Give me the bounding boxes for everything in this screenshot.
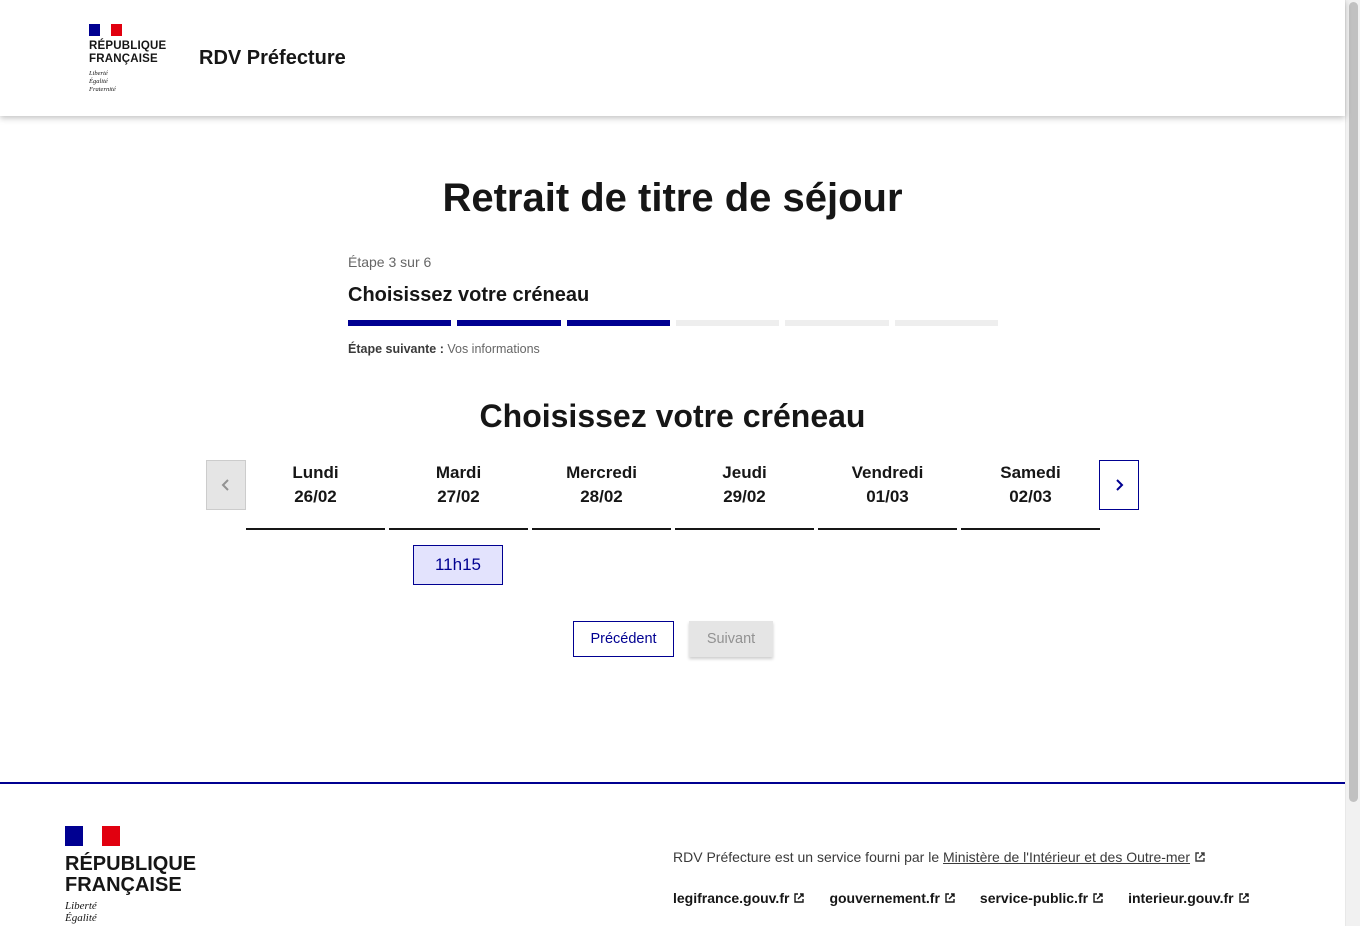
day-name: Mercredi <box>566 463 637 482</box>
day-column: Lundi 26/02 <box>246 460 385 530</box>
footer-description-text: RDV Préfecture est un service fourni par… <box>673 849 944 865</box>
external-link-icon <box>945 893 955 903</box>
motto-fraternite: Fraternité <box>89 86 116 93</box>
step-next-label: Étape suivante : <box>348 342 444 356</box>
step-bar-segment <box>566 320 670 326</box>
footer-logo-motto: Liberté Égalité <box>65 900 196 924</box>
external-link-icon <box>794 893 805 903</box>
page-scrollbar[interactable] <box>1345 0 1360 926</box>
french-flag-icon <box>65 826 120 846</box>
step-next-value: Vos informations <box>447 342 540 356</box>
footer-logo-text: RÉPUBLIQUE FRANÇAISE <box>65 854 196 896</box>
footer-motto-liberte: Liberté <box>65 900 97 912</box>
step-progress-bar <box>348 320 998 326</box>
logo-motto: Liberté Égalité Fraternité <box>89 70 189 94</box>
site-footer: RÉPUBLIQUE FRANÇAISE Liberté Égalité RDV… <box>0 782 1345 926</box>
footer-links: legifrance.gouv.fr gouvernement.fr service… <box>673 890 1250 906</box>
footer-link[interactable]: legifrance.gouv.fr <box>673 890 805 906</box>
footer-motto-egalite: Égalité <box>65 912 97 924</box>
chevron-left-icon <box>221 479 229 491</box>
footer-link[interactable]: interieur.gouv.fr <box>1128 890 1250 906</box>
ministere-link-label: Ministère de l'Intérieur et des Outre-me… <box>943 849 1191 865</box>
day-date: 29/02 <box>723 487 766 506</box>
day-name: Mardi <box>435 463 482 482</box>
logo-line-1: RÉPUBLIQUE <box>89 40 167 52</box>
footer-link-label: legifrance.gouv.fr <box>673 890 790 906</box>
footer-link[interactable]: gouvernement.fr <box>829 890 955 906</box>
site-header: RÉPUBLIQUE FRANÇAISE Liberté Égalité Fra… <box>0 0 1345 116</box>
day-columns: Lundi 26/02 Mardi 27/02 Mercredi 28/02 Jeudi 29… <box>246 460 1100 530</box>
step-bar-segment <box>894 320 998 326</box>
previous-button[interactable]: Précédent <box>573 621 674 657</box>
external-link-icon <box>1093 893 1103 903</box>
day-column: Mercredi 28/02 <box>532 460 671 530</box>
footer-logo-line-2: FRANÇAISE <box>65 874 182 896</box>
footer-logo-line-1: RÉPUBLIQUE <box>65 853 197 875</box>
day-date: 01/03 <box>866 487 909 506</box>
motto-liberte: Liberté <box>89 70 108 77</box>
step-bar-segment <box>348 320 452 326</box>
external-link-icon <box>1195 852 1205 862</box>
french-flag-icon <box>89 24 122 36</box>
day-column: Jeudi 29/02 <box>675 460 814 530</box>
ministere-link[interactable]: Ministère de l'Intérieur et des Outre-me… <box>943 849 1206 865</box>
previous-days-button[interactable] <box>206 460 246 510</box>
motto-egalite: Égalité <box>89 78 108 85</box>
day-name: Jeudi <box>722 463 767 482</box>
next-button[interactable]: Suivant <box>689 621 773 657</box>
day-date: 26/02 <box>294 487 337 506</box>
step-state: Étape 3 sur 6 <box>348 254 432 270</box>
step-next: Étape suivante : Vos informations <box>348 342 998 356</box>
step-bar-segment <box>457 320 561 326</box>
day-name: Vendredi <box>851 463 924 482</box>
footer-link-label: service-public.fr <box>979 890 1089 906</box>
day-name: Samedi <box>1000 463 1061 482</box>
scrollbar-thumb[interactable] <box>1349 2 1358 802</box>
footer-link-label: interieur.gouv.fr <box>1128 890 1234 906</box>
external-link-icon <box>1238 893 1249 903</box>
day-column: Mardi 27/02 <box>389 460 528 530</box>
stepper: Étape 3 sur 6 Choisissez votre créneau É… <box>348 254 998 356</box>
section-title: Choisissez votre créneau <box>479 398 866 434</box>
day-column: Samedi 02/03 <box>961 460 1100 530</box>
footer-description: RDV Préfecture est un service fourni par… <box>673 849 1206 865</box>
step-bar-segment <box>785 320 889 326</box>
footer-republique-francaise-logo[interactable]: RÉPUBLIQUE FRANÇAISE Liberté Égalité <box>65 826 196 924</box>
site-title[interactable]: RDV Préfecture <box>199 47 346 70</box>
page-title: Retrait de titre de séjour <box>442 176 903 220</box>
chevron-right-icon <box>1116 479 1124 491</box>
republique-francaise-logo[interactable]: RÉPUBLIQUE FRANÇAISE Liberté Égalité Fra… <box>89 24 189 94</box>
next-days-button[interactable] <box>1099 460 1139 510</box>
logo-line-2: FRANÇAISE <box>89 53 158 65</box>
footer-link-label: gouvernement.fr <box>829 890 940 906</box>
step-title: Choisissez votre créneau <box>348 284 590 306</box>
day-date: 27/02 <box>437 487 480 506</box>
logo-text: RÉPUBLIQUE FRANÇAISE <box>89 40 189 66</box>
day-date: 02/03 <box>1009 487 1052 506</box>
day-name: Lundi <box>292 463 339 482</box>
time-slot-button[interactable]: 11h15 <box>413 545 503 585</box>
day-column: Vendredi 01/03 <box>818 460 957 530</box>
step-bar-segment <box>675 320 780 326</box>
footer-link[interactable]: service-public.fr <box>980 890 1104 906</box>
day-date: 28/02 <box>580 487 623 506</box>
